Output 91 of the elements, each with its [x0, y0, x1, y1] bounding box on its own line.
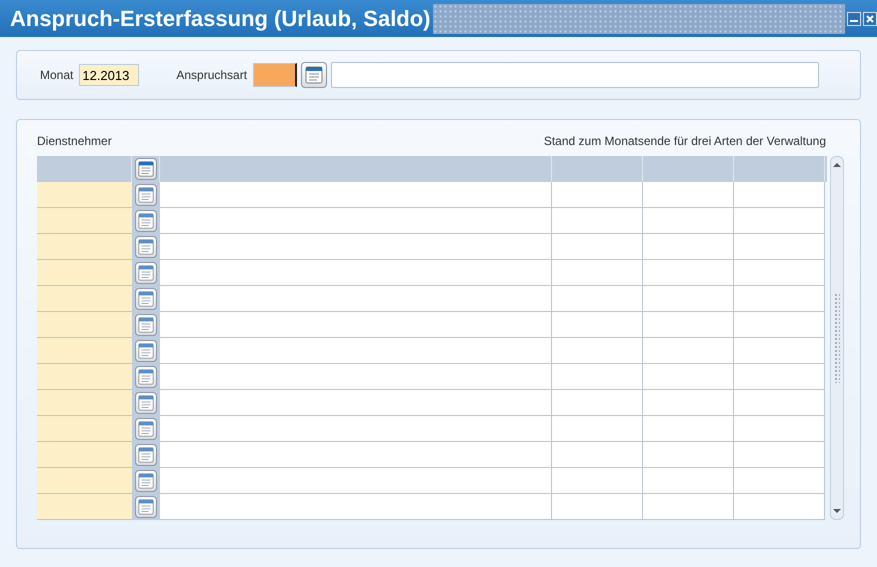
scroll-up-icon[interactable]	[832, 161, 842, 169]
lookup-button[interactable]	[135, 392, 157, 414]
lookup-button[interactable]	[135, 496, 157, 518]
description-field[interactable]	[331, 62, 820, 88]
table-cell[interactable]	[734, 286, 825, 312]
employee-field[interactable]	[37, 312, 132, 338]
table-cell[interactable]	[160, 338, 552, 364]
lookup-button[interactable]	[135, 366, 157, 388]
table-cell[interactable]	[552, 182, 643, 208]
table-cell[interactable]	[643, 260, 734, 286]
window-title: Anspruch-Ersterfassung (Urlaub, Saldo)	[10, 6, 431, 32]
table-cell[interactable]	[160, 494, 552, 520]
lookup-button[interactable]	[135, 262, 157, 284]
table-cell[interactable]	[160, 286, 552, 312]
table-cell[interactable]	[552, 338, 643, 364]
employee-label: Dienstnehmer	[37, 134, 112, 150]
table-cell[interactable]	[552, 416, 643, 442]
type-label: Anspruchsart	[176, 68, 248, 82]
table-cell[interactable]	[734, 416, 825, 442]
table-cell[interactable]	[552, 494, 643, 520]
month-label: Monat	[40, 68, 74, 82]
table-cell[interactable]	[160, 182, 552, 208]
table-cell[interactable]	[552, 234, 643, 260]
lookup-button[interactable]	[135, 184, 157, 206]
table-cell[interactable]	[160, 234, 552, 260]
employee-field[interactable]	[37, 260, 132, 286]
table-cell[interactable]	[734, 208, 825, 234]
table-cell[interactable]	[734, 234, 825, 260]
table-cell[interactable]	[160, 468, 552, 494]
employee-field[interactable]	[37, 338, 132, 364]
employee-field[interactable]	[37, 364, 132, 390]
table-cell[interactable]	[552, 260, 643, 286]
lookup-button[interactable]	[301, 62, 328, 88]
table-cell[interactable]	[734, 338, 825, 364]
table-cell[interactable]	[552, 286, 643, 312]
employee-field[interactable]	[37, 234, 132, 260]
table-cell[interactable]	[643, 286, 734, 312]
lookup-button[interactable]	[135, 314, 157, 336]
lookup-button[interactable]	[135, 210, 157, 232]
table-cell[interactable]	[160, 364, 552, 390]
table-cell[interactable]	[643, 312, 734, 338]
table-cell[interactable]	[734, 468, 825, 494]
table-cell[interactable]	[734, 442, 825, 468]
table-cell[interactable]	[643, 338, 734, 364]
table-cell[interactable]	[643, 208, 734, 234]
employee-field[interactable]	[37, 442, 132, 468]
table-cell[interactable]	[160, 416, 552, 442]
lookup-button[interactable]	[134, 158, 156, 180]
table-cell[interactable]	[552, 208, 643, 234]
table-cell[interactable]	[552, 468, 643, 494]
table-cell[interactable]	[734, 364, 825, 390]
table-cell[interactable]	[552, 442, 643, 468]
table-caption: Stand zum Monatsende für drei Arten der Verwaltung	[544, 134, 826, 150]
employee-field[interactable]	[37, 468, 132, 494]
table-cell[interactable]	[643, 364, 734, 390]
scrollbar[interactable]	[830, 156, 844, 520]
employee-field[interactable]	[37, 390, 132, 416]
table-cell[interactable]	[734, 390, 825, 416]
table-cell[interactable]	[160, 260, 552, 286]
lookup-button[interactable]	[135, 288, 157, 310]
table-cell[interactable]	[734, 312, 825, 338]
table-cell[interactable]	[643, 390, 734, 416]
employee-field[interactable]	[37, 208, 132, 234]
table-cell[interactable]	[552, 390, 643, 416]
employee-field[interactable]	[37, 182, 132, 208]
table-cell[interactable]	[160, 208, 552, 234]
table-cell[interactable]	[643, 182, 734, 208]
lookup-button[interactable]	[135, 340, 157, 362]
table-cell[interactable]	[552, 364, 643, 390]
type-field[interactable]	[253, 63, 298, 87]
table-cell[interactable]	[643, 468, 734, 494]
employee-field[interactable]	[37, 286, 132, 312]
lookup-button[interactable]	[135, 418, 157, 440]
employee-field[interactable]	[37, 494, 132, 520]
lookup-button[interactable]	[135, 236, 157, 258]
table-cell[interactable]	[160, 390, 552, 416]
table-cell[interactable]	[160, 312, 552, 338]
table-cell[interactable]	[643, 234, 734, 260]
table-cell[interactable]	[734, 494, 825, 520]
table-cell[interactable]	[643, 416, 734, 442]
employee-field[interactable]	[37, 416, 132, 442]
table-cell[interactable]	[160, 442, 552, 468]
scroll-down-icon[interactable]	[832, 507, 842, 515]
lookup-button[interactable]	[135, 470, 157, 492]
lookup-button[interactable]	[135, 444, 157, 466]
table-cell[interactable]	[734, 260, 825, 286]
month-field[interactable]: 12.2013	[79, 64, 140, 86]
table-cell[interactable]	[734, 182, 825, 208]
table-cell[interactable]	[643, 494, 734, 520]
table-cell[interactable]	[643, 442, 734, 468]
table-cell[interactable]	[552, 312, 643, 338]
